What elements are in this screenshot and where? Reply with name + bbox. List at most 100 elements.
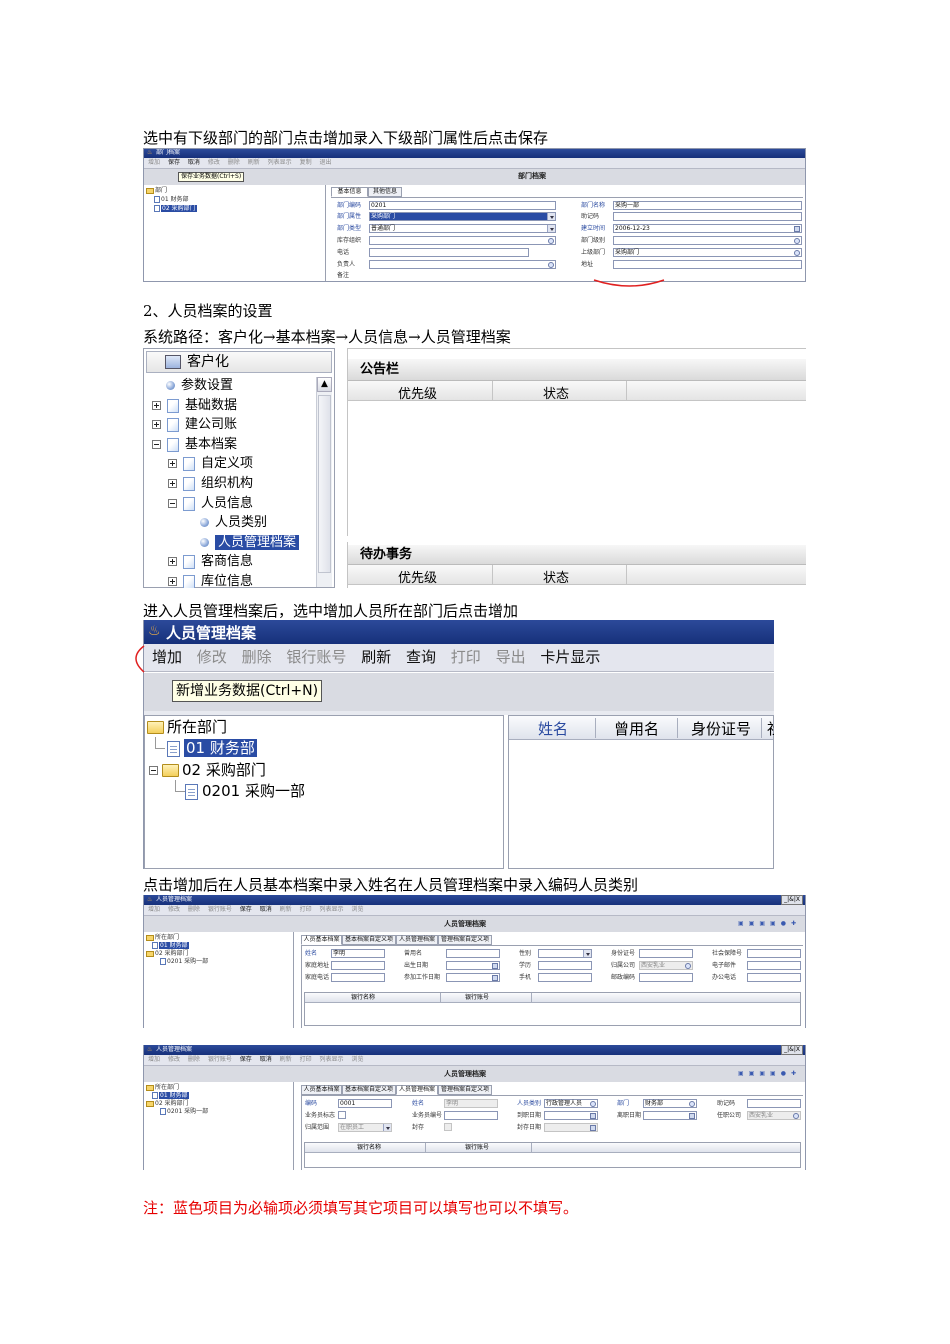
- window-controls[interactable]: _|&|X: [781, 1045, 803, 1055]
- tab-management-archive[interactable]: 人员管理档案: [396, 935, 438, 945]
- tree-node-params[interactable]: 参数设置: [152, 377, 233, 394]
- inventory-org-field[interactable]: [369, 236, 556, 245]
- todo-status-col[interactable]: 状态: [543, 567, 569, 586]
- add-button[interactable]: 增加: [148, 1056, 160, 1064]
- tree-item-purchasing-1[interactable]: 0201 采购一部: [160, 1108, 208, 1116]
- tab-basic-archive[interactable]: 人员基本档案: [301, 935, 342, 945]
- chevron-down-icon[interactable]: [383, 1124, 391, 1131]
- birth-date-field[interactable]: [446, 961, 500, 970]
- tree-node-personnel-category[interactable]: 人员类别: [200, 514, 267, 531]
- save-button[interactable]: 保存: [168, 159, 180, 167]
- browse-button[interactable]: 浏览: [351, 1056, 363, 1064]
- tree-item-purchasing-1[interactable]: 0201 采购一部: [185, 781, 305, 801]
- tab-basic-custom[interactable]: 基本档案自定义项: [342, 935, 396, 945]
- export-button[interactable]: 导出: [496, 648, 526, 667]
- salesman-number-field[interactable]: [444, 1111, 498, 1120]
- expand-icon[interactable]: [152, 401, 161, 410]
- edit-button[interactable]: 修改: [197, 648, 227, 667]
- expand-icon[interactable]: [168, 557, 177, 566]
- dept-name-field[interactable]: 采购一部: [613, 201, 802, 210]
- scroll-up-arrow[interactable]: ▲: [317, 377, 332, 392]
- search-icon[interactable]: [548, 262, 554, 268]
- tree-item-finance[interactable]: 01 财务部: [154, 196, 189, 204]
- tab-management-archive[interactable]: 人员管理档案: [396, 1085, 438, 1095]
- office-phone-field[interactable]: [747, 973, 801, 982]
- chevron-down-icon[interactable]: [583, 950, 591, 957]
- tree-node-organization[interactable]: 组织机构: [168, 475, 253, 492]
- collapse-icon[interactable]: [168, 499, 177, 508]
- search-icon[interactable]: [794, 238, 800, 244]
- name-field[interactable]: 李明: [444, 1099, 498, 1108]
- created-date-field[interactable]: 2006-12-23: [613, 224, 802, 233]
- manager-field[interactable]: [369, 260, 556, 269]
- employer-field[interactable]: 西安乳业: [747, 1111, 801, 1120]
- cancel-button[interactable]: 取消: [260, 906, 272, 914]
- name-field[interactable]: 李明: [331, 949, 385, 958]
- col-bank-name[interactable]: 银行名称: [357, 1144, 381, 1152]
- form-tool-icons[interactable]: ▣▣▣▣●✚: [738, 1070, 801, 1078]
- home-phone-field[interactable]: [331, 973, 385, 982]
- bulletin-status-col[interactable]: 状态: [543, 383, 569, 402]
- col-bank-account[interactable]: 银行账号: [465, 1144, 489, 1152]
- search-icon[interactable]: [794, 250, 800, 256]
- address-field[interactable]: [613, 260, 802, 269]
- code-field[interactable]: 0001: [338, 1099, 392, 1108]
- delete-button[interactable]: 删除: [228, 159, 240, 167]
- browse-button[interactable]: 浏览: [351, 906, 363, 914]
- social-security-field[interactable]: [747, 949, 801, 958]
- delete-button[interactable]: 删除: [242, 648, 272, 667]
- sealed-date-field[interactable]: [544, 1123, 598, 1132]
- list-view-button[interactable]: 列表显示: [320, 906, 344, 914]
- tree-item-finance[interactable]: 01 财务部: [152, 1092, 189, 1100]
- mnemonic-field[interactable]: [747, 1099, 801, 1108]
- copy-button[interactable]: 复制: [300, 159, 312, 167]
- tree-scrollbar[interactable]: ▲: [316, 377, 332, 587]
- print-button[interactable]: 打印: [300, 1056, 312, 1064]
- add-button[interactable]: 增加: [148, 159, 160, 167]
- print-button[interactable]: 打印: [300, 906, 312, 914]
- dept-level-field[interactable]: [613, 236, 802, 245]
- tree-root[interactable]: 所在部门: [147, 717, 227, 737]
- delete-button[interactable]: 删除: [188, 906, 200, 914]
- calendar-icon[interactable]: [689, 1113, 695, 1119]
- phone-field[interactable]: [369, 248, 529, 257]
- tree-item-finance[interactable]: 01 财务部: [152, 942, 189, 950]
- gender-select[interactable]: [538, 949, 592, 958]
- scroll-thumb[interactable]: [318, 395, 331, 573]
- mobile-field[interactable]: [538, 973, 592, 982]
- bank-account-button[interactable]: 银行账号: [286, 648, 346, 667]
- collapse-icon[interactable]: [152, 440, 161, 449]
- search-icon[interactable]: [689, 1101, 695, 1107]
- cancel-button[interactable]: 取消: [188, 159, 200, 167]
- id-number-field[interactable]: [639, 949, 693, 958]
- form-tool-icons[interactable]: ▣▣▣▣●✚: [738, 920, 801, 928]
- postal-code-field[interactable]: [639, 973, 693, 982]
- refresh-button[interactable]: 刷新: [361, 648, 391, 667]
- hire-date-field[interactable]: [544, 1111, 598, 1120]
- query-button[interactable]: 查询: [406, 648, 436, 667]
- edit-button[interactable]: 修改: [168, 1056, 180, 1064]
- company-field[interactable]: 西安乳业: [639, 961, 693, 970]
- col-name[interactable]: 姓名: [538, 718, 568, 739]
- department-field[interactable]: 财务部: [643, 1099, 697, 1108]
- todo-priority-col[interactable]: 优先级: [398, 567, 437, 586]
- expand-icon[interactable]: [152, 420, 161, 429]
- delete-button[interactable]: 删除: [188, 1056, 200, 1064]
- tab-basic-archive[interactable]: 人员基本档案: [301, 1085, 342, 1095]
- list-view-button[interactable]: 列表显示: [320, 1056, 344, 1064]
- expand-icon[interactable]: [168, 459, 177, 468]
- tree-item-purchasing[interactable]: 02 采购部门: [149, 760, 266, 780]
- refresh-button[interactable]: 刷新: [248, 159, 260, 167]
- save-button[interactable]: 保存: [240, 1056, 252, 1064]
- chevron-down-icon[interactable]: [547, 225, 555, 232]
- tree-node-customers[interactable]: 客商信息: [168, 553, 253, 570]
- tree-item-purchasing[interactable]: 02 采购部门: [146, 1100, 189, 1108]
- tree-root[interactable]: 所在部门: [146, 934, 179, 942]
- bulletin-priority-col[interactable]: 优先级: [398, 383, 437, 402]
- search-icon[interactable]: [548, 238, 554, 244]
- tab-other-info[interactable]: 其他信息: [368, 187, 402, 197]
- bank-account-button[interactable]: 银行账号: [208, 1056, 232, 1064]
- col-id-number[interactable]: 身份证号: [691, 718, 751, 739]
- search-icon[interactable]: [793, 1113, 799, 1119]
- dept-attr-select[interactable]: 采购部门: [369, 212, 556, 221]
